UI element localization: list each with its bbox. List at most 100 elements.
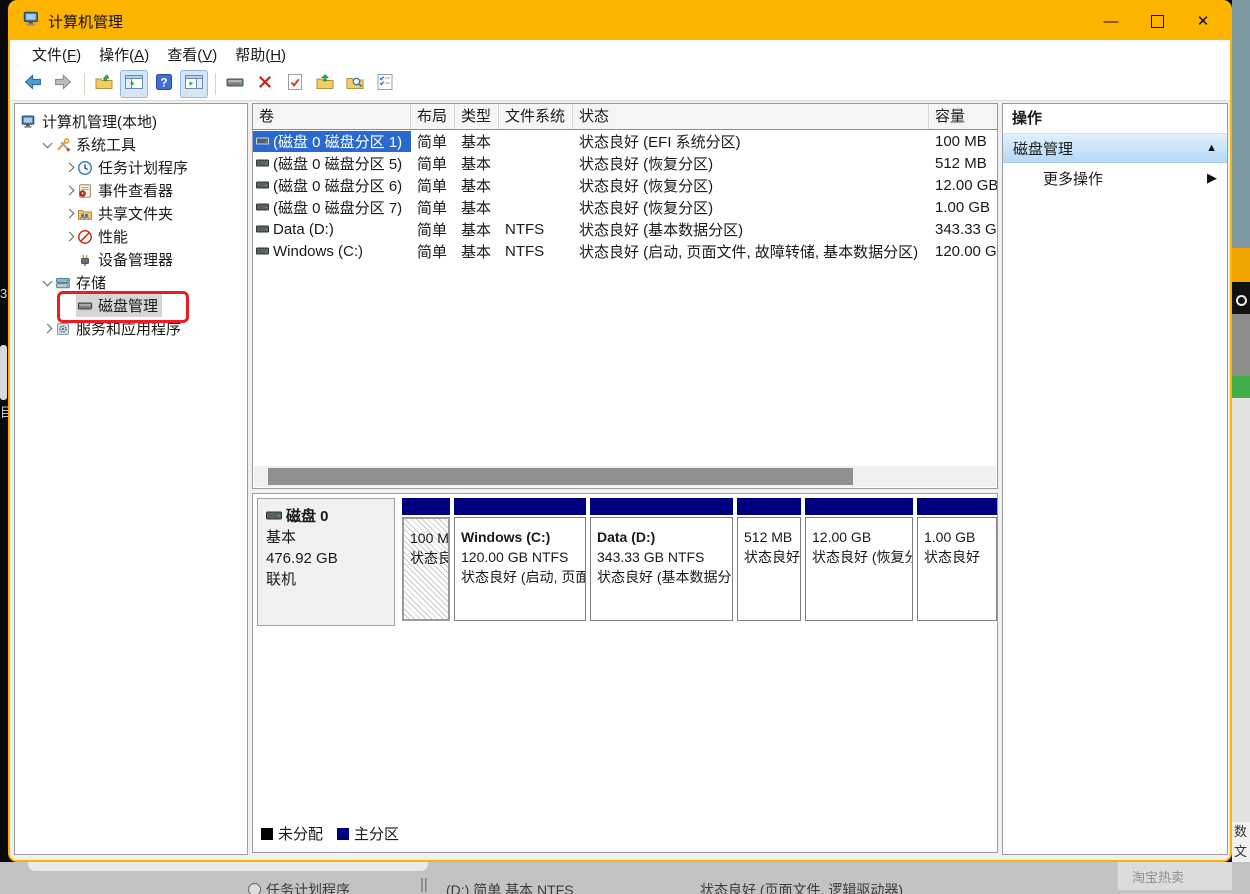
titlebar[interactable]: 计算机管理 — ✕ xyxy=(10,2,1230,40)
more-actions-item[interactable]: 更多操作 ▶ xyxy=(1003,163,1227,193)
properties-button[interactable] xyxy=(281,70,309,98)
disk-icon xyxy=(266,506,286,527)
disk-tool-button[interactable] xyxy=(221,70,249,98)
chevron-down-icon[interactable] xyxy=(40,280,54,285)
more-actions-label: 更多操作 xyxy=(1043,168,1103,189)
column-header-status[interactable]: 状态 xyxy=(573,104,929,129)
tree-item-performance[interactable]: 性能 xyxy=(15,225,247,248)
folder-search-button[interactable] xyxy=(341,70,369,98)
partition-color-bar xyxy=(805,498,913,515)
legend-primary-partition: 主分区 xyxy=(337,823,399,844)
chevron-right-icon[interactable] xyxy=(62,187,76,194)
partition-recovery-12gb[interactable]: 12.00 GB状态良好 (恢复分区) xyxy=(805,498,913,626)
background-window-edge xyxy=(28,862,428,871)
tree-item-shared-folders[interactable]: 共享文件夹 xyxy=(15,202,247,225)
chevron-right-icon[interactable] xyxy=(40,325,54,332)
volume-row[interactable]: Data (D:) 简单基本NTFS状态良好 (基本数据分区)343.33 GB xyxy=(253,218,998,240)
volume-row[interactable]: (磁盘 0 磁盘分区 6) 简单基本状态良好 (恢复分区)12.00 GB xyxy=(253,174,998,196)
partition-recovery-512mb[interactable]: 512 MB状态良好 (恢复分区) xyxy=(737,498,801,626)
services-icon xyxy=(54,321,72,337)
maximize-button[interactable] xyxy=(1134,2,1180,40)
volume-name: (磁盘 0 磁盘分区 5) xyxy=(273,153,402,174)
tree-item-services-applications[interactable]: 服务和应用程序 xyxy=(15,317,247,340)
chevron-right-icon[interactable] xyxy=(62,164,76,171)
column-header-layout[interactable]: 布局 xyxy=(411,104,455,129)
menu-action[interactable]: 操作(A) xyxy=(90,41,158,68)
close-button[interactable]: ✕ xyxy=(1180,2,1226,40)
collapse-icon[interactable]: ▲ xyxy=(1206,142,1217,154)
volume-row[interactable]: (磁盘 0 磁盘分区 5) 简单基本状态良好 (恢复分区)512 MB xyxy=(253,152,998,174)
task-scheduler-icon xyxy=(76,160,94,176)
actions-section-disk-management[interactable]: 磁盘管理 ▲ xyxy=(1003,134,1227,163)
action-pane-toggle-icon xyxy=(184,72,204,97)
actions-section-label: 磁盘管理 xyxy=(1013,138,1073,159)
chevron-down-icon[interactable] xyxy=(40,142,54,147)
help-button[interactable]: ? xyxy=(150,70,178,98)
volume-icon xyxy=(256,202,269,212)
back-button[interactable] xyxy=(19,70,47,98)
disk-icon xyxy=(225,72,245,97)
volume-name: (磁盘 0 磁盘分区 7) xyxy=(273,197,402,218)
volume-row[interactable]: (磁盘 0 磁盘分区 1) 简单基本状态良好 (EFI 系统分区)100 MB xyxy=(253,130,998,152)
delete-button[interactable] xyxy=(251,70,279,98)
menu-help[interactable]: 帮助(H) xyxy=(226,41,295,68)
watermark-text: 淘宝热卖 xyxy=(1132,867,1184,886)
event-viewer-icon xyxy=(76,183,94,199)
tree-item-label: 服务和应用程序 xyxy=(76,318,181,339)
forward-button[interactable] xyxy=(49,70,77,98)
tree-item-system-tools[interactable]: 系统工具 xyxy=(15,133,247,156)
menubar: 文件(F) 操作(A) 查看(V) 帮助(H) xyxy=(10,40,1230,68)
column-header-filesystem[interactable]: 文件系统 xyxy=(499,104,573,129)
disk-management-icon xyxy=(76,298,94,314)
toolbar-separator xyxy=(84,73,85,95)
tree-item-storage[interactable]: 存储 xyxy=(15,271,247,294)
scrollbar-thumb[interactable] xyxy=(268,468,853,485)
checklist-button[interactable] xyxy=(371,70,399,98)
tree-item-device-manager[interactable]: 设备管理器 xyxy=(15,248,247,271)
console-tree-toggle-button[interactable] xyxy=(120,70,148,98)
folder-up-button[interactable] xyxy=(311,70,339,98)
clock-icon xyxy=(248,883,261,894)
legend: 未分配 主分区 xyxy=(261,823,413,844)
partition-windows-c[interactable]: Windows (C:)120.00 GB NTFS状态良好 (启动, 页面文件… xyxy=(454,498,586,626)
action-pane-toggle-button[interactable] xyxy=(180,70,208,98)
console-tree-toggle-icon xyxy=(124,72,144,97)
partition-data-d[interactable]: Data (D:)343.33 GB NTFS状态良好 (基本数据分区) xyxy=(590,498,733,626)
computer-icon xyxy=(20,114,38,130)
volume-row[interactable]: (磁盘 0 磁盘分区 7) 简单基本状态良好 (恢复分区)1.00 GB xyxy=(253,196,998,218)
tree-item-label: 计算机管理(本地) xyxy=(42,111,157,132)
bg-gray-block xyxy=(1232,314,1250,376)
export-list-button[interactable] xyxy=(90,70,118,98)
device-manager-icon xyxy=(76,252,94,268)
disk0-info-box[interactable]: 磁盘 0 基本 476.92 GB 联机 xyxy=(257,498,395,626)
expand-right-icon[interactable]: ▶ xyxy=(1207,170,1217,186)
column-header-capacity[interactable]: 容量 xyxy=(929,104,998,129)
folder-search-icon xyxy=(345,72,365,97)
menu-view[interactable]: 查看(V) xyxy=(158,41,226,68)
tree-item-event-viewer[interactable]: 事件查看器 xyxy=(15,179,247,202)
partition-recovery-1gb[interactable]: 1.00 GB状态良好 xyxy=(917,498,997,626)
tree-item-label: 系统工具 xyxy=(76,134,136,155)
tree-item-task-scheduler[interactable]: 任务计划程序 xyxy=(15,156,247,179)
partition-efi[interactable]: 100 MB状态良好 (EFI 系统分区) xyxy=(402,498,450,626)
computer-management-window: 计算机管理 — ✕ 文件(F) 操作(A) 查看(V) 帮助(H) ? xyxy=(8,0,1232,862)
partition-color-bar xyxy=(590,498,733,515)
app-icon xyxy=(23,10,41,33)
background-window-strip: 任务计划程序 || (D:) 简单 基本 NTFS 状态良好 (页面文件, 逻辑… xyxy=(0,862,1250,894)
minimize-button[interactable]: — xyxy=(1088,2,1134,40)
chevron-right-icon[interactable] xyxy=(62,210,76,217)
volume-row[interactable]: Windows (C:) 简单基本NTFS状态良好 (启动, 页面文件, 故障转… xyxy=(253,240,998,262)
menu-file[interactable]: 文件(F) xyxy=(23,41,90,68)
delete-icon xyxy=(255,72,275,97)
tree-item-computer-management[interactable]: 计算机管理(本地) xyxy=(15,110,247,133)
chevron-right-icon[interactable] xyxy=(62,233,76,240)
export-list-icon xyxy=(94,72,114,97)
column-header-type[interactable]: 类型 xyxy=(455,104,499,129)
horizontal-scrollbar[interactable] xyxy=(254,466,996,487)
help-icon: ? xyxy=(154,72,174,97)
checklist-icon xyxy=(375,72,395,97)
column-header-volume[interactable]: 卷 xyxy=(253,104,411,129)
tree-item-label: 共享文件夹 xyxy=(98,203,173,224)
tree-item-disk-management[interactable]: 磁盘管理 xyxy=(15,294,247,317)
volume-name: (磁盘 0 磁盘分区 6) xyxy=(273,175,402,196)
